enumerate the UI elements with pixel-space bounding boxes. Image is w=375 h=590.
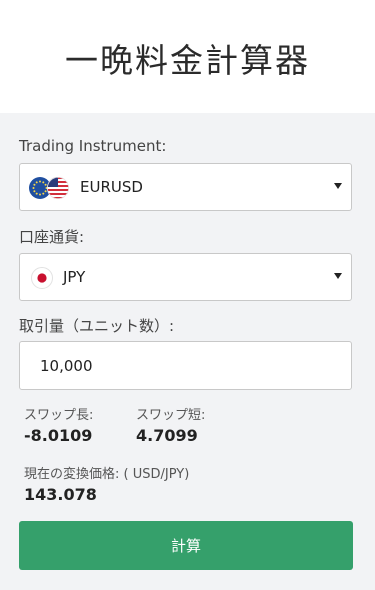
- calculate-button[interactable]: 計算: [19, 521, 353, 570]
- instrument-value: EURUSD: [80, 178, 143, 196]
- page-title: 一晩料金計算器: [65, 40, 310, 80]
- volume-label: 取引量（ユニット数）:: [19, 317, 175, 335]
- swap-short-label: スワップ短:: [136, 408, 206, 423]
- instrument-label: Trading Instrument:: [19, 137, 167, 155]
- swap-short-value: 4.7099: [136, 426, 198, 445]
- account-currency-label: 口座通貨:: [19, 228, 85, 246]
- volume-value: 10,000: [40, 357, 93, 375]
- instrument-select[interactable]: EURUSD: [19, 163, 352, 211]
- conversion-value: 143.078: [24, 485, 97, 504]
- header: 一晩料金計算器: [0, 0, 375, 113]
- chevron-down-icon: [334, 183, 342, 189]
- volume-input[interactable]: 10,000: [19, 341, 352, 390]
- jp-flag-icon: [31, 267, 53, 289]
- chevron-down-icon: [334, 273, 342, 279]
- swap-long-value: -8.0109: [24, 426, 93, 445]
- eurusd-flags-icon: [29, 177, 69, 199]
- conversion-label: 現在の変換価格: ( USD/JPY): [24, 467, 190, 482]
- swap-long-label: スワップ長:: [24, 408, 94, 423]
- account-currency-value: JPY: [63, 268, 86, 286]
- account-currency-select[interactable]: JPY: [19, 253, 352, 301]
